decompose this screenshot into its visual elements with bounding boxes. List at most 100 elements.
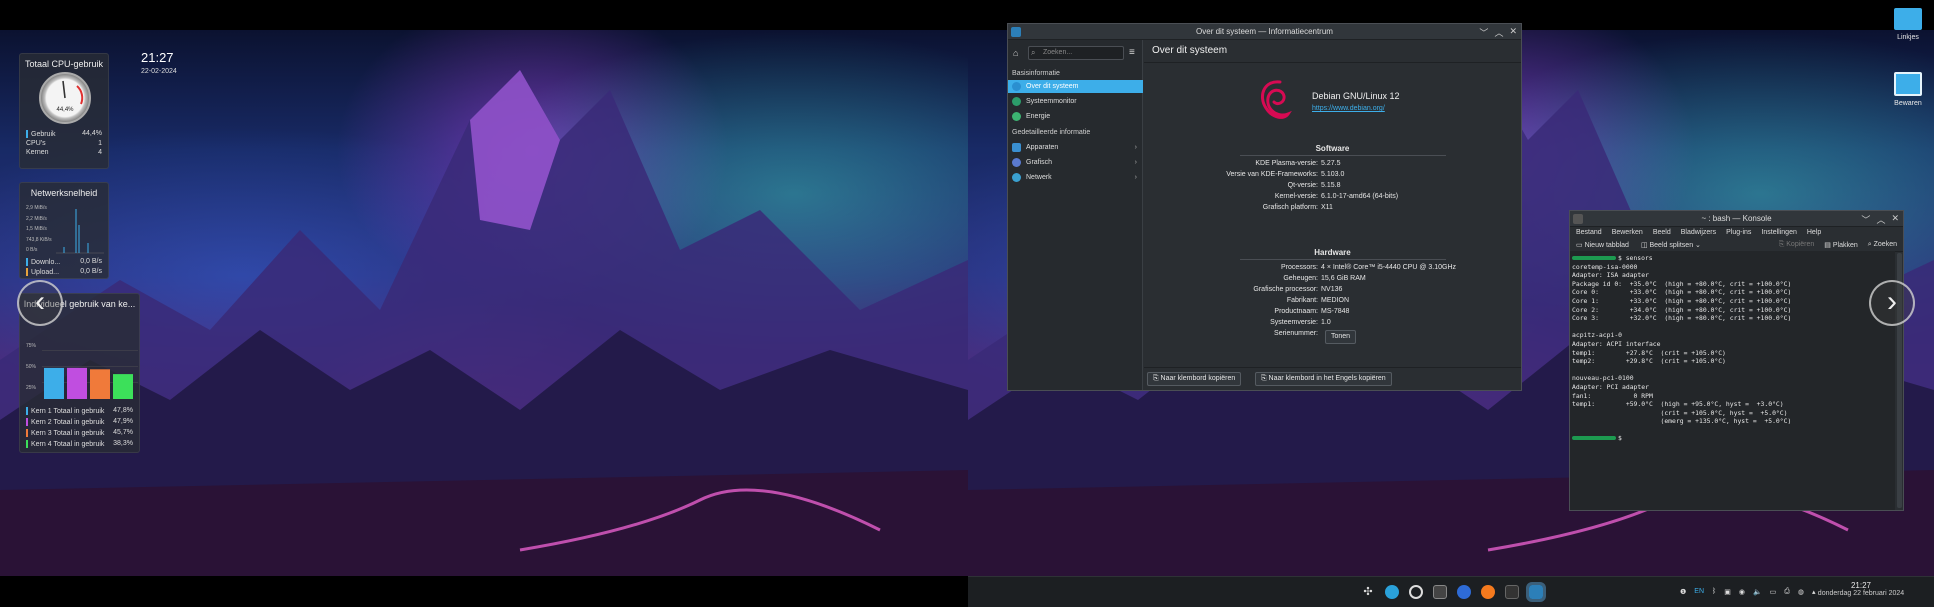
menu-item[interactable]: Bewerken <box>1612 227 1643 239</box>
terminal-icon[interactable] <box>1433 584 1447 599</box>
folder-icon <box>1894 8 1922 30</box>
network-icon <box>1012 173 1021 182</box>
title-bar[interactable]: Over dit systeem — Informatiecentrum ﹀ ︿ ✕ <box>1008 24 1521 40</box>
thunderbird-icon[interactable] <box>1457 584 1471 599</box>
desktop-icon-label: Bewaren <box>1894 100 1922 107</box>
core-row: Kern 1 Totaal in gebruik 47,8% <box>20 405 139 416</box>
terminal-output[interactable]: $ sensors coretemp-isa-0000 Adapter: ISA a… <box>1570 251 1895 510</box>
menu-item[interactable]: Bladwijzers <box>1681 227 1716 239</box>
terminal-line: Core 0: +33.0°C (high = +80.0°C, crit = … <box>1572 288 1792 297</box>
info-row: Productnaam: MS-7848 <box>1274 308 1350 315</box>
chevron-right-icon: › <box>1134 174 1137 181</box>
net-tick: 0 B/s <box>26 247 38 253</box>
menu-item[interactable]: Bestand <box>1576 227 1602 239</box>
volume-icon[interactable]: 🔈 <box>1753 588 1762 596</box>
info-row: Versie van KDE-Frameworks: 5.103.0 <box>1226 171 1345 178</box>
split-view-button[interactable]: ◫ Beeld splitsen ⌄ <box>1641 241 1701 249</box>
close-icon[interactable]: ✕ <box>1891 213 1899 226</box>
clock-date: 22-02-2024 <box>141 68 177 75</box>
menu-item[interactable]: Help <box>1807 227 1821 239</box>
menu-item[interactable]: Instellingen <box>1761 227 1796 239</box>
find-button[interactable]: ⌕ Zoeken <box>1868 241 1897 249</box>
network-widget: Netwerksnelheid 2,9 MiB/s 2,2 MiB/s 1,5 … <box>19 182 109 279</box>
network-tray-icon[interactable]: ⎙ <box>1784 588 1790 596</box>
info-row: Geheugen: 15,6 GiB RAM <box>1283 275 1366 282</box>
paste-button[interactable]: ▤ Plakken <box>1824 241 1857 249</box>
bluetooth-icon[interactable]: ᛒ <box>1712 588 1716 595</box>
mountain-art <box>0 70 968 576</box>
info-center-task-icon[interactable] <box>1526 581 1546 602</box>
konsole-task-icon[interactable] <box>1505 584 1519 599</box>
desktop-icon-bewaren[interactable]: Bewaren <box>1886 72 1930 107</box>
show-serial-button[interactable]: Tonen <box>1325 330 1357 344</box>
terminal-line: Adapter: ISA adapter <box>1572 271 1649 280</box>
sidebar-item-netwerk[interactable]: Netwerk › <box>1008 171 1143 184</box>
whatsapp-icon[interactable] <box>1409 584 1423 599</box>
copy-button[interactable]: ⎘ Kopiëren <box>1779 241 1815 249</box>
settings-icon[interactable]: ✣ <box>1361 585 1375 599</box>
taskbar-date: donderdag 22 februari 2024 <box>1817 590 1905 597</box>
maximize-icon[interactable]: ︿ <box>1876 213 1885 226</box>
konsole-window: ~ : bash — Konsole ﹀ ︿ ✕ Bestand Bewerken Be… <box>1569 210 1904 511</box>
copy-clipboard-button[interactable]: ⎘ Naar klembord kopiëren <box>1147 372 1242 386</box>
sidebar-item-apparaten[interactable]: Apparaten › <box>1008 141 1143 154</box>
core-bar <box>44 367 64 399</box>
prompt-redacted <box>1572 436 1616 441</box>
terminal-line: Core 1: +33.0°C (high = +80.0°C, crit = … <box>1572 296 1792 305</box>
search-icon: ⌕ <box>1031 48 1036 57</box>
taskbar: ✣ ❶ EN ᛒ ▣ ◉ 🔈 ▭ ⎙ ◍ ▴ 21:27 donderdag 2… <box>968 576 1934 607</box>
sidebar-item-energie[interactable]: Energie <box>1008 110 1143 123</box>
new-tab-button[interactable]: ▭ Nieuw tabblad <box>1576 241 1629 249</box>
firefox-icon[interactable] <box>1481 584 1495 599</box>
search-input[interactable]: Zoeken... <box>1028 46 1124 60</box>
sidebar-item-about[interactable]: Over dit systeem <box>1008 80 1143 93</box>
terminal-line: temp1: +27.8°C (crit = +105.0°C) <box>1572 348 1726 357</box>
core-tick: 50% <box>26 364 37 370</box>
menu-item[interactable]: Beeld <box>1653 227 1671 239</box>
section-basis: Basisinformatie <box>1012 70 1060 77</box>
desktop-icon-linkjes[interactable]: Linkjes <box>1886 8 1930 41</box>
telegram-icon[interactable] <box>1385 584 1399 599</box>
display-icon[interactable]: ▭ <box>1770 588 1777 596</box>
media-icon[interactable]: ◉ <box>1739 588 1745 596</box>
keyboard-layout[interactable]: EN <box>1694 588 1704 595</box>
previous-arrow-button[interactable]: ‹ <box>17 280 63 326</box>
terminal-line: nouveau-pci-0100 <box>1572 374 1634 383</box>
clock-time: 21:27 <box>141 50 174 65</box>
taskbar-clock[interactable]: 21:27 donderdag 22 februari 2024 <box>1796 581 1926 597</box>
kdeconnect-icon[interactable]: ❶ <box>1680 588 1686 596</box>
net-row: Downlo... 0,0 B/s <box>20 257 108 267</box>
drive-icon <box>1894 72 1922 96</box>
maximize-icon[interactable]: ︿ <box>1494 26 1503 39</box>
minimize-icon[interactable]: ﹀ <box>1479 26 1488 39</box>
clipboard-icon[interactable]: ▣ <box>1724 588 1731 596</box>
core-row: Kern 2 Totaal in gebruik 47,9% <box>20 416 139 427</box>
net-tick: 1,5 MiB/s <box>26 226 47 232</box>
minimize-icon[interactable]: ﹀ <box>1861 213 1870 226</box>
cpu-row: Gebruik 44,4% <box>20 129 108 139</box>
copy-clipboard-english-button[interactable]: ⎘ Naar klembord in het Engels kopiëren <box>1255 372 1392 386</box>
sidebar-item-systemmonitor[interactable]: Systeemmonitor <box>1008 95 1143 108</box>
cpu-row: Kernen 4 <box>26 149 102 156</box>
close-icon[interactable]: ✕ <box>1509 26 1517 39</box>
info-row: Fabrikant: MEDION <box>1286 297 1349 304</box>
os-link[interactable]: https://www.debian.org/ <box>1312 105 1385 112</box>
next-arrow-button[interactable]: › <box>1869 280 1915 326</box>
menu-item[interactable]: Plug-ins <box>1726 227 1751 239</box>
os-name: Debian GNU/Linux 12 <box>1312 91 1400 101</box>
info-row: Qt-versie: 5.15.8 <box>1287 182 1341 189</box>
chevron-right-icon: › <box>1134 144 1137 151</box>
terminal-line: Adapter: ACPI interface <box>1572 339 1661 348</box>
info-row: Systeemversie: 1.0 <box>1270 319 1331 326</box>
title-bar[interactable]: ~ : bash — Konsole ﹀ ︿ ✕ <box>1570 211 1903 227</box>
home-icon[interactable]: ⌂ <box>1013 48 1018 58</box>
menu-icon[interactable]: ≡ <box>1129 47 1135 58</box>
sidebar-item-grafisch[interactable]: Grafisch › <box>1008 156 1143 169</box>
info-row: Kernel-versie: 6.1.0-17-amd64 (64-bits) <box>1274 193 1399 200</box>
terminal-line: $ sensors <box>1572 254 1893 263</box>
core-tick: 25% <box>26 385 37 391</box>
left-screen: Totaal CPU-gebruik 44,4% Gebruik 44,4% CP… <box>0 0 968 607</box>
monitor-icon <box>1012 97 1021 106</box>
